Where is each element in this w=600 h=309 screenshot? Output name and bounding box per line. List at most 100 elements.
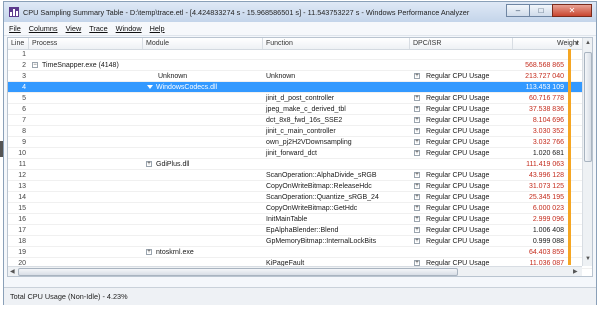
column-header-process[interactable]: Process — [32, 40, 57, 47]
expanded-arrow-icon[interactable] — [147, 85, 153, 89]
line-number: 7 — [22, 116, 26, 124]
line-number: 4 — [22, 83, 26, 91]
table-row[interactable]: 6 jpeg_make_c_derived_tbl + Regular CPU Usa… — [8, 104, 592, 115]
scroll-right-icon[interactable]: ▶ — [573, 268, 578, 275]
column-header-line[interactable]: Line — [11, 40, 24, 47]
line-number: 5 — [22, 94, 26, 102]
horizontal-scrollbar[interactable]: ◀ ▶ — [8, 266, 582, 276]
horizontal-scroll-thumb[interactable] — [18, 268, 458, 276]
table-row[interactable]: 1 — [8, 49, 592, 60]
column-header-function[interactable]: Function — [266, 40, 293, 47]
title-bar[interactable]: CPU Sampling Summary Table - D:\temp\tra… — [4, 2, 596, 22]
scroll-up-icon[interactable]: ▲ — [585, 40, 591, 46]
table-row[interactable]: 10 jinit_forward_dct + Regular CPU Usage 1.0… — [8, 148, 592, 159]
weight-value: 0.999 088 — [532, 237, 564, 245]
line-number: 19 — [18, 248, 26, 256]
maximize-button[interactable]: □ — [529, 4, 553, 17]
function-name: CopyOnWriteBitmap::GetHdc — [266, 204, 358, 212]
expand-icon[interactable]: + — [414, 150, 420, 156]
vertical-scroll-thumb[interactable] — [584, 52, 592, 162]
function-name: dct_8x8_fwd_16s_SSE2 — [266, 116, 343, 124]
wpa-app-icon — [9, 7, 19, 17]
weight-value: 568.568 865 — [525, 61, 564, 69]
line-number: 8 — [22, 127, 26, 135]
table-row[interactable]: 16 InitMainTable + Regular CPU Usage 2.999 0… — [8, 214, 592, 225]
table-row[interactable]: 7 dct_8x8_fwd_16s_SSE2 + Regular CPU Usage 8… — [8, 115, 592, 126]
dpc-isr-value: Regular CPU Usage — [426, 105, 490, 113]
expand-icon[interactable]: + — [414, 117, 420, 123]
table-row[interactable]: 11 + GdiPlus.dll 111.419 063 — [8, 159, 592, 170]
weight-value: 3.030 352 — [532, 127, 564, 135]
expand-icon[interactable]: + — [414, 95, 420, 101]
close-button[interactable]: ✕ — [552, 4, 592, 17]
expand-icon[interactable]: + — [414, 73, 420, 79]
line-number: 9 — [22, 138, 26, 146]
function-name: jinit_forward_dct — [266, 149, 317, 157]
table-row[interactable]: 3 Unknown Unknown + Regular CPU Usage 213.727… — [8, 71, 592, 82]
expand-icon[interactable]: + — [414, 194, 420, 200]
menu-help[interactable]: Help — [150, 24, 165, 33]
expand-icon[interactable]: + — [414, 128, 420, 134]
expand-icon[interactable]: + — [414, 216, 420, 222]
table-row[interactable]: 2− TimeSnapper.exe (4148) 568.568 865 — [8, 60, 592, 71]
function-name: EpAlphaBlender::Blend — [266, 226, 339, 234]
function-name: CopyOnWriteBitmap::ReleaseHdc — [266, 182, 372, 190]
scroll-down-icon[interactable]: ▼ — [585, 256, 591, 262]
expand-icon[interactable]: + — [414, 227, 420, 233]
table-row[interactable]: 18 GpMemoryBitmap::InternalLockBits + Regul… — [8, 236, 592, 247]
sort-desc-icon: ▼ — [574, 41, 580, 47]
expand-icon[interactable]: + — [414, 238, 420, 244]
scroll-left-icon[interactable]: ◀ — [10, 268, 15, 275]
table-row[interactable]: 14 ScanOperation::Quantize_sRGB_24 + Regula… — [8, 192, 592, 203]
table-row[interactable]: 13 CopyOnWriteBitmap::ReleaseHdc + Regular … — [8, 181, 592, 192]
table-row[interactable]: 17 EpAlphaBlender::Blend + Regular CPU Usag… — [8, 225, 592, 236]
menu-columns[interactable]: Columns — [29, 24, 58, 33]
module-name: WindowsCodecs.dll — [156, 83, 218, 91]
function-name: Unknown — [266, 72, 296, 80]
dpc-isr-value: Regular CPU Usage — [426, 204, 490, 212]
weight-value: 213.727 040 — [525, 72, 564, 80]
dpc-isr-value: Regular CPU Usage — [426, 237, 490, 245]
function-name: own_pj2H2VDownsampling — [266, 138, 352, 146]
table-row[interactable]: 8 jinit_c_main_controller + Regular CPU Usa… — [8, 126, 592, 137]
table-row[interactable]: 4 WindowsCodecs.dll 113.453 109 — [8, 82, 592, 93]
minimize-button[interactable]: – — [506, 4, 530, 17]
status-text: Total CPU Usage (Non-Idle) - 4.23% — [10, 292, 128, 301]
weight-value: 60.716 778 — [528, 94, 564, 102]
expand-icon[interactable]: + — [414, 172, 420, 178]
menu-trace[interactable]: Trace — [89, 24, 107, 33]
line-number: 18 — [18, 237, 26, 245]
line-number: 17 — [18, 226, 26, 234]
table-row[interactable]: 15 CopyOnWriteBitmap::GetHdc + Regular CPU … — [8, 203, 592, 214]
dpc-isr-value: Regular CPU Usage — [426, 226, 490, 234]
weight-value: 2.999 096 — [532, 215, 564, 223]
table-row[interactable]: 12 ScanOperation::AlphaDivide_sRGB + Regula… — [8, 170, 592, 181]
function-name: jinit_d_post_controller — [266, 94, 335, 102]
column-header-dpc-isr[interactable]: DPC/ISR — [413, 40, 441, 47]
table-row[interactable]: 9 own_pj2H2VDownsampling + Regular CPU Usag… — [8, 137, 592, 148]
menu-file[interactable]: File — [9, 24, 21, 33]
expand-icon[interactable]: + — [414, 205, 420, 211]
menu-view[interactable]: View — [66, 24, 82, 33]
column-header-module[interactable]: Module — [146, 40, 169, 47]
status-bar: Total CPU Usage (Non-Idle) - 4.23% — [4, 287, 596, 305]
table-row[interactable]: 19 + ntoskrnl.exe 64.403 859 — [8, 247, 592, 258]
collapse-icon[interactable]: − — [32, 62, 38, 68]
expand-icon[interactable]: + — [414, 183, 420, 189]
vertical-scrollbar[interactable]: ▲ ▼ — [582, 38, 592, 266]
dpc-isr-value: Regular CPU Usage — [426, 72, 490, 80]
expand-icon[interactable]: + — [146, 249, 152, 255]
weight-value: 113.453 109 — [525, 83, 564, 91]
dpc-isr-value: Regular CPU Usage — [426, 193, 490, 201]
function-name: jpeg_make_c_derived_tbl — [266, 105, 346, 113]
weight-value: 1.020 681 — [532, 149, 564, 157]
dpc-isr-value: Regular CPU Usage — [426, 171, 490, 179]
menu-bar: File Columns View Trace Window Help — [4, 22, 596, 36]
expand-icon[interactable]: + — [414, 139, 420, 145]
expand-icon[interactable]: + — [146, 161, 152, 167]
line-number: 2 — [22, 61, 26, 69]
expand-icon[interactable]: + — [414, 106, 420, 112]
menu-window[interactable]: Window — [116, 24, 142, 33]
table-row[interactable]: 5 jinit_d_post_controller + Regular CPU Usa… — [8, 93, 592, 104]
summary-table: Line Process Module Function DPC/ISR Wei… — [7, 37, 593, 277]
